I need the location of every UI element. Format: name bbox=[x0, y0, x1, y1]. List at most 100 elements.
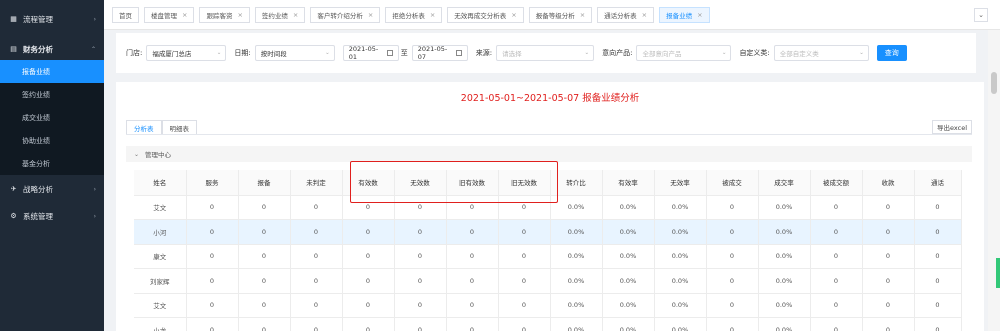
tab-home[interactable]: 首页 bbox=[112, 6, 139, 23]
table-cell: 康文 bbox=[134, 244, 187, 269]
table-cell: 0 bbox=[186, 244, 239, 269]
source-placeholder: 请选择 bbox=[502, 50, 522, 58]
sidebar-item-finance[interactable]: ▤ 财务分析 ⌃ bbox=[0, 38, 104, 60]
close-icon[interactable]: × bbox=[697, 11, 702, 19]
table-row[interactable]: 小河 0 0 0 0 0 0 0 0.0% 0.0% 0.0% 0 0.0% 0 0 0 bbox=[134, 219, 962, 245]
close-icon[interactable]: × bbox=[430, 11, 435, 19]
table-row[interactable]: 艾文 0 0 0 0 0 0 0 0.0% 0.0% 0.0% 0 0.0% 0 0 0 bbox=[134, 195, 962, 220]
sidebar-subitem-report[interactable]: 报备业绩 bbox=[0, 60, 104, 83]
col-header: 收款 bbox=[862, 170, 915, 196]
table-cell: 0 bbox=[186, 195, 239, 220]
chevron-down-icon: ⌄ bbox=[216, 50, 222, 56]
source-label: 来源: bbox=[475, 49, 493, 57]
table-row[interactable]: 小龙 0 0 0 0 0 0 0 0.0% 0.0% 0.0% 0 0.0% 0 0 0 bbox=[134, 317, 962, 331]
tab-label: 通话分析表 bbox=[604, 11, 637, 20]
table-cell: 0 bbox=[810, 268, 863, 294]
date-type-select[interactable]: 按时间段 ⌄ bbox=[254, 45, 335, 61]
close-icon[interactable]: × bbox=[293, 11, 298, 19]
table-cell: 0.0% bbox=[602, 317, 655, 331]
tab-tracking[interactable]: 跟踪客资 × bbox=[199, 6, 250, 23]
col-header: 无效数 bbox=[394, 170, 447, 196]
group-header[interactable]: ⌄ 管理中心 bbox=[126, 146, 972, 162]
col-header: 旧有效数 bbox=[446, 170, 499, 196]
custom-select[interactable]: 全部自定义类 ⌄ bbox=[773, 45, 869, 61]
chevron-down-icon: ⌄ bbox=[134, 150, 140, 158]
sidebar-item-system[interactable]: ⚙ 系统管理 › bbox=[0, 203, 104, 229]
col-header: 无效率 bbox=[654, 170, 707, 196]
table-cell: 0 bbox=[394, 317, 447, 331]
store-select[interactable]: 福成厦门总店 ⌄ bbox=[146, 45, 227, 61]
col-header: 服务 bbox=[186, 170, 239, 196]
close-icon[interactable]: × bbox=[580, 11, 585, 19]
sidebar-item-strategy[interactable]: ✈ 战略分析 › bbox=[0, 175, 104, 203]
tab-analysis[interactable]: 分析表 bbox=[126, 120, 162, 135]
close-icon[interactable]: × bbox=[237, 11, 242, 19]
close-icon[interactable]: × bbox=[511, 11, 516, 19]
col-header: 报备 bbox=[238, 170, 291, 196]
scroll-thumb[interactable] bbox=[991, 72, 997, 94]
table-cell: 0 bbox=[446, 219, 499, 245]
tab-signed[interactable]: 签约业绩 × bbox=[254, 6, 306, 23]
date-type-value: 按时间段 bbox=[260, 50, 287, 58]
sidebar-subitem-assist[interactable]: 协助业绩 bbox=[0, 129, 104, 152]
chevron-right-icon: › bbox=[93, 185, 96, 193]
table-cell: 0.0% bbox=[602, 268, 655, 294]
close-icon[interactable]: × bbox=[368, 11, 373, 19]
table-cell: 小龙 bbox=[134, 317, 187, 331]
table-cell: 0 bbox=[290, 195, 343, 220]
close-icon[interactable]: × bbox=[182, 11, 187, 19]
sidebar-subitem-deal[interactable]: 成交业绩 bbox=[0, 106, 104, 129]
col-header: 有效数 bbox=[342, 170, 395, 196]
tab-detail[interactable]: 明细表 bbox=[161, 120, 197, 135]
query-button[interactable]: 查询 bbox=[876, 45, 907, 61]
table-cell: 0 bbox=[706, 195, 759, 220]
chevron-down-icon[interactable]: ⌄ bbox=[974, 8, 988, 22]
tab-label: 楼盘管理 bbox=[151, 11, 177, 20]
tab-invalid-deal[interactable]: 无效再成交分析表 × bbox=[447, 6, 524, 23]
table-cell: 0 bbox=[186, 219, 239, 245]
table-row[interactable]: 艾文 0 0 0 0 0 0 0 0.0% 0.0% 0.0% 0 0.0% 0 0 0 bbox=[134, 293, 962, 318]
table-cell: 0 bbox=[706, 244, 759, 269]
table-cell: 0 bbox=[498, 195, 551, 220]
col-header: 未判定 bbox=[290, 170, 343, 196]
tab-label: 拒绝分析表 bbox=[392, 11, 425, 20]
table-cell: 0 bbox=[810, 195, 863, 220]
table-row[interactable]: 康文 0 0 0 0 0 0 0 0.0% 0.0% 0.0% 0 0.0% 0 0 0 bbox=[134, 244, 962, 269]
table-header-row: 姓名 服务 报备 未判定 有效数 无效数 旧有效数 旧无效数 转介比 有效率 无… bbox=[134, 170, 962, 196]
table-cell: 0 bbox=[810, 293, 863, 318]
store-value: 福成厦门总店 bbox=[152, 50, 192, 58]
sidebar-item-process[interactable]: ▦ 流程管理 › bbox=[0, 0, 104, 38]
tab-referral[interactable]: 客户转介绍分析 × bbox=[310, 6, 381, 23]
table-cell: 0 bbox=[498, 293, 551, 318]
source-select[interactable]: 请选择 ⌄ bbox=[496, 45, 595, 61]
tab-label: 报备业绩 bbox=[666, 11, 693, 20]
table-cell: 0 bbox=[342, 317, 395, 331]
table-cell: 0 bbox=[706, 268, 759, 294]
table-row[interactable]: 刘家辉 0 0 0 0 0 0 0 0.0% 0.0% 0.0% 0 0.0% 0 0 0 bbox=[134, 268, 962, 294]
table-cell: 0 bbox=[862, 293, 915, 318]
tab-report-performance[interactable]: 报备业绩 × bbox=[659, 6, 710, 23]
table-cell: 小河 bbox=[134, 219, 187, 245]
date-end-input[interactable]: 2021-05-07 bbox=[411, 45, 468, 61]
sidebar-subitem-signed[interactable]: 签约业绩 bbox=[0, 83, 104, 106]
table-cell: 0.0% bbox=[654, 195, 707, 220]
side-widget[interactable] bbox=[996, 258, 1000, 288]
calendar-icon bbox=[387, 50, 393, 56]
col-header: 被成交额 bbox=[810, 170, 863, 196]
tab-properties[interactable]: 楼盘管理 × bbox=[144, 6, 195, 23]
table-cell: 0 bbox=[238, 195, 291, 220]
tab-report-level[interactable]: 报备等级分析 × bbox=[528, 6, 593, 23]
date-start-input[interactable]: 2021-05-01 bbox=[342, 45, 399, 61]
export-excel-button[interactable]: 导出excel bbox=[932, 120, 972, 134]
sidebar-subitem-fund[interactable]: 基金分析 bbox=[0, 152, 104, 175]
close-icon[interactable]: × bbox=[642, 11, 647, 19]
table-cell: 0.0% bbox=[654, 293, 707, 318]
sidebar: ▦ 流程管理 › ▤ 财务分析 ⌃ 报备业绩 签约业绩 成交业绩 协助业绩 基金… bbox=[0, 0, 104, 331]
table-cell: 0 bbox=[394, 293, 447, 318]
tab-reject[interactable]: 拒绝分析表 × bbox=[385, 6, 443, 23]
table-cell: 0 bbox=[186, 268, 239, 294]
table-cell: 0.0% bbox=[758, 268, 811, 294]
product-select[interactable]: 全部意向产品 ⌄ bbox=[636, 45, 732, 61]
sidebar-item-label: 财务分析 bbox=[23, 44, 53, 54]
tab-call[interactable]: 通话分析表 × bbox=[597, 6, 655, 23]
